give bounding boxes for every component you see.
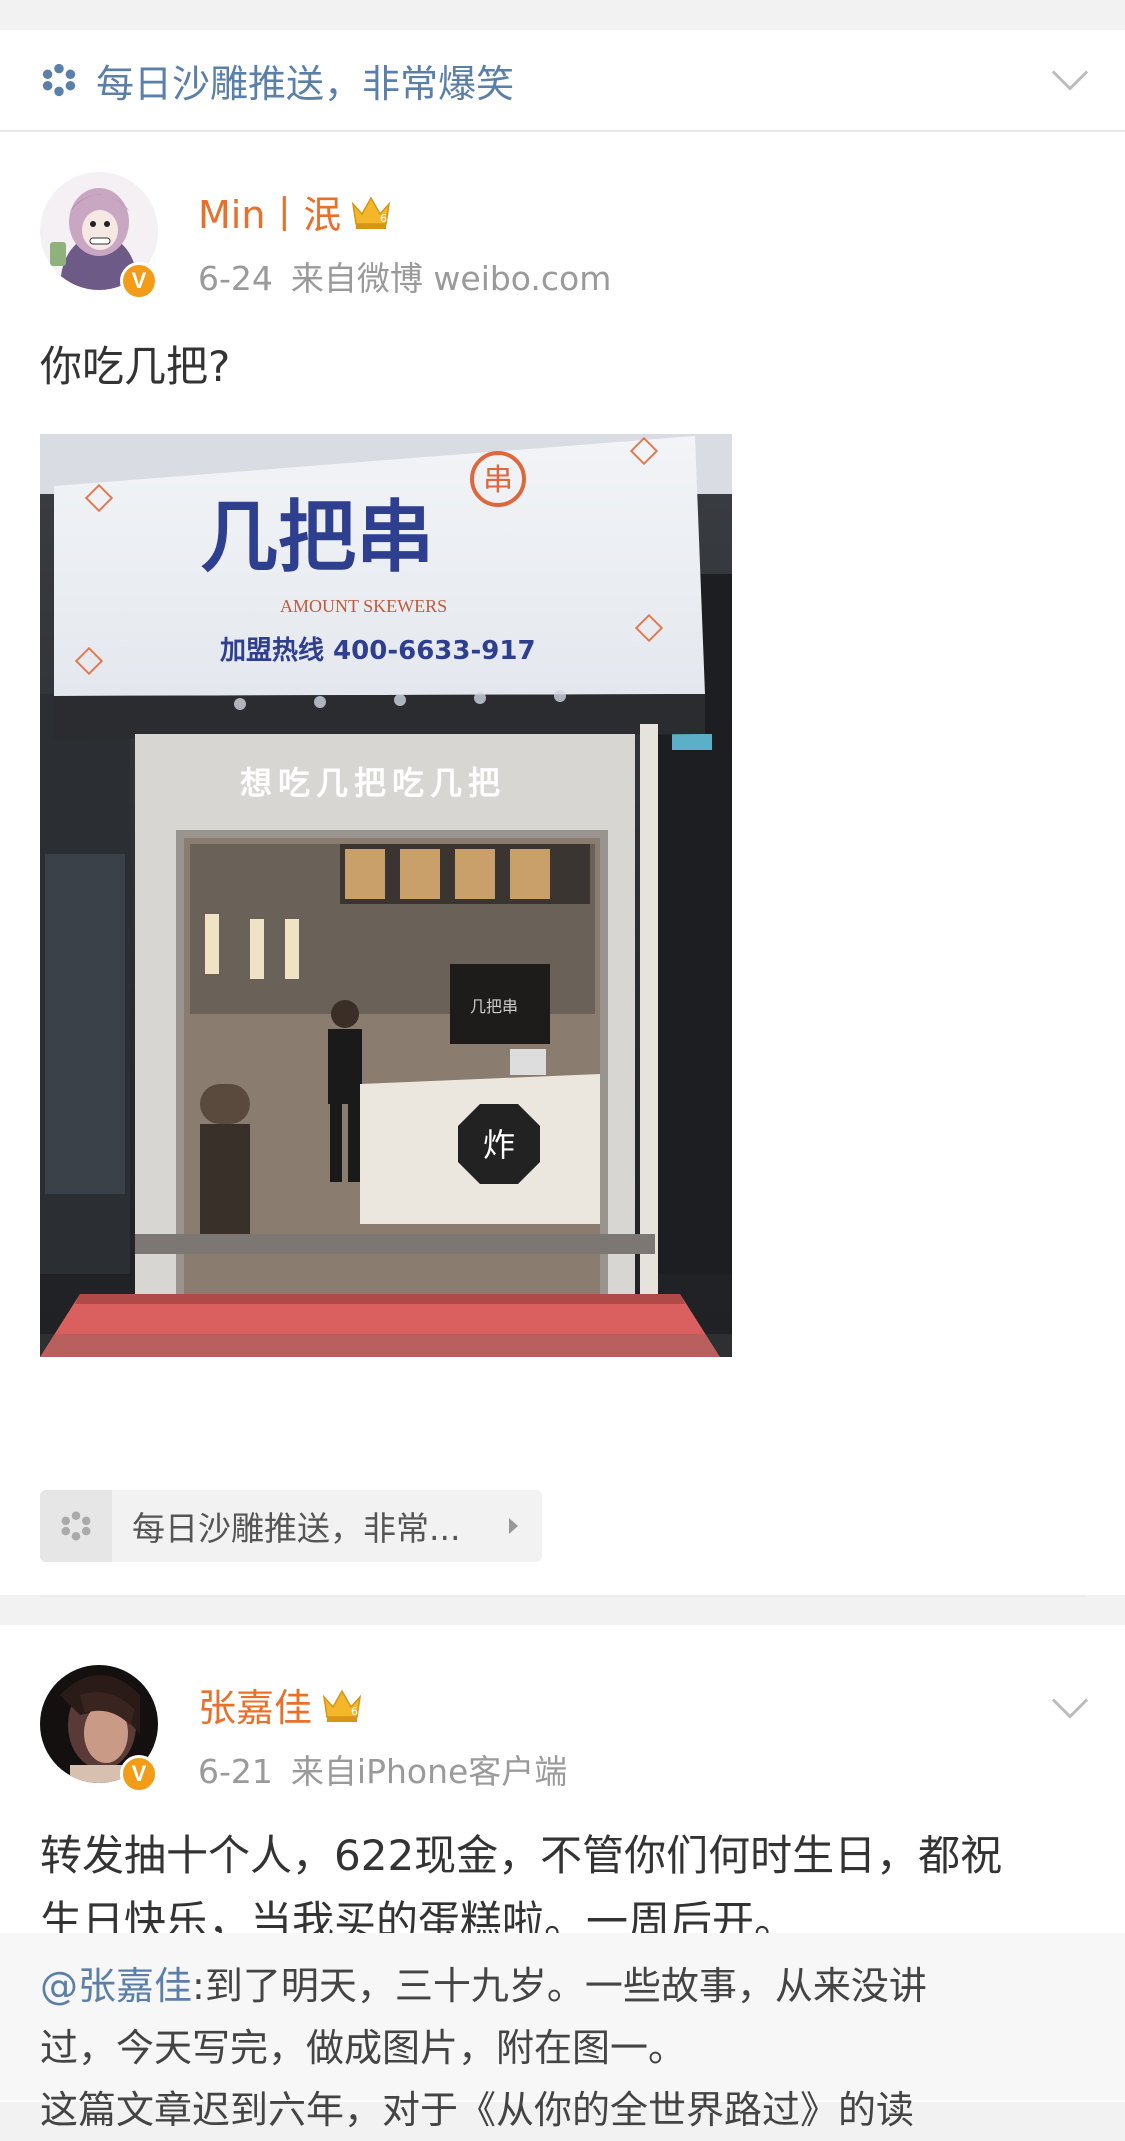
store-slogan: 想吃几把吃几把 <box>240 764 506 802</box>
verified-badge-icon: V <box>120 1755 158 1793</box>
mention-link[interactable]: @张嘉佳 <box>40 1964 192 2008</box>
reposted-content[interactable]: @张嘉佳:到了明天，三十九岁。一些故事，从来没讲 过，今天写完，做成图片，附在图… <box>0 1933 1125 2132</box>
post-image[interactable]: 串 几把串 AMOUNT SKEWERS 加盟热线 400-6633-917 想… <box>40 434 732 1357</box>
inner-sign: 几把串 <box>470 997 518 1016</box>
caret-right-icon <box>509 1518 518 1534</box>
svg-text:6: 6 <box>380 212 387 225</box>
weibo-post: V Min丨泯 6 6-24 来自微博 weibo.com 你吃几把? 串 几把… <box>0 132 1125 1669</box>
post-meta: 6-24 来自微博 weibo.com <box>198 252 611 300</box>
chevron-down-icon[interactable] <box>1051 69 1089 91</box>
svg-text:串: 串 <box>483 463 513 498</box>
topic-flower-icon <box>42 63 76 97</box>
topic-flower-icon <box>40 1490 112 1562</box>
chevron-down-icon[interactable] <box>1051 1697 1089 1719</box>
post-source: 来自iPhone客户端 <box>290 1752 568 1791</box>
post-text-line: 转发抽十个人，622现金，不管你们何时生日，都祝 <box>40 1831 1003 1880</box>
counter-char: 炸 <box>483 1126 515 1164</box>
vip-crown-icon: 6 <box>352 195 391 229</box>
sign-title: 几把串 <box>200 492 434 583</box>
topic-header-title: 每日沙雕推送，非常爆笑 <box>96 61 515 106</box>
username[interactable]: 张嘉佳 6 <box>198 1677 364 1732</box>
post-source: 来自微博 weibo.com <box>290 259 612 298</box>
topic-link[interactable]: 每日沙雕推送，非常... <box>40 1490 542 1562</box>
verified-badge-icon: V <box>120 262 158 300</box>
post-date: 6-21 <box>198 1752 273 1791</box>
post-meta: 6-21 来自iPhone客户端 <box>198 1745 567 1793</box>
topic-link-label: 每日沙雕推送，非常... <box>132 1509 461 1548</box>
sign-hotline: 加盟热线 400-6633-917 <box>220 636 536 666</box>
svg-text:6: 6 <box>351 1705 358 1718</box>
reposted-text: @张嘉佳:到了明天，三十九岁。一些故事，从来没讲 过，今天写完，做成图片，附在图… <box>40 1964 927 2132</box>
topic-header[interactable]: 每日沙雕推送，非常爆笑 <box>0 30 1125 132</box>
sign-subtitle: AMOUNT SKEWERS <box>280 596 447 616</box>
vip-crown-icon: 6 <box>322 1688 362 1722</box>
post-text: 你吃几把? <box>40 342 231 391</box>
username[interactable]: Min丨泯 6 <box>198 184 393 239</box>
post-date: 6-24 <box>198 259 273 298</box>
